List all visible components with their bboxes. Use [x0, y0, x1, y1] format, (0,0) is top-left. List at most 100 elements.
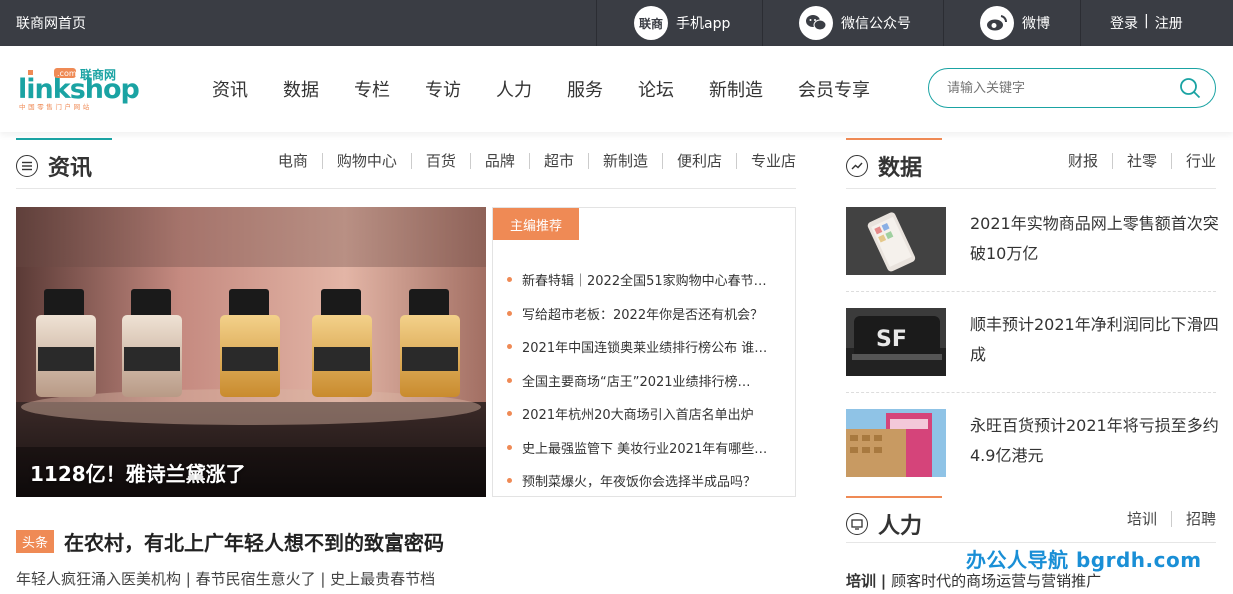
main-header: linkshop .com 联商网 中国零售门户网站 资讯 数据 专栏 专访 人…: [0, 46, 1233, 132]
site-logo[interactable]: linkshop .com 联商网 中国零售门户网站: [18, 66, 148, 112]
nav-item-data[interactable]: 数据: [283, 76, 319, 102]
data-section-header: 数据 财报 社零 行业: [846, 138, 1216, 189]
hr-section-header: 人力 培训 招聘: [846, 496, 1216, 543]
data-article[interactable]: 2021年实物商品网上零售额首次突破10万亿: [846, 207, 1219, 275]
bullet-icon: [507, 377, 512, 383]
section-accent-line: [846, 496, 942, 498]
nav-item-forum[interactable]: 论坛: [638, 76, 674, 102]
category-link[interactable]: 行业: [1170, 153, 1216, 169]
data-article-title: 2021年实物商品网上零售额首次突破10万亿: [970, 214, 1219, 263]
headline-badge: 头条: [16, 530, 55, 553]
hr-article-title: 顾客时代的商场运营与营销推广: [891, 572, 1102, 590]
section-title: 人力: [878, 514, 923, 539]
category-link[interactable]: 培训: [1113, 511, 1171, 527]
home-link[interactable]: 联商网首页: [16, 13, 86, 33]
editor-picks-list: 新春特辑｜2022全国51家购物中心春节… 写给超市老板：2022年你是否还有机…: [507, 263, 787, 498]
register-link[interactable]: 注册: [1155, 13, 1183, 33]
search-box: [928, 68, 1216, 108]
list-item[interactable]: 全国主要商场“店王”2021业绩排行榜…: [507, 364, 787, 398]
auth-divider: |: [1144, 13, 1149, 29]
category-link[interactable]: 便利店: [661, 153, 736, 169]
auth-links: 登录 | 注册: [1110, 13, 1183, 33]
list-divider: [846, 392, 1216, 393]
svg-text:linkshop: linkshop: [18, 74, 140, 105]
category-link[interactable]: 招聘: [1170, 511, 1216, 527]
topbar-divider: [943, 0, 944, 46]
weibo-icon: [980, 6, 1014, 40]
mobile-app-link[interactable]: 联商 手机app: [634, 0, 730, 46]
search-icon[interactable]: [1179, 77, 1201, 99]
bullet-icon: [507, 344, 512, 350]
svg-text:.com: .com: [57, 69, 77, 78]
wechat-icon: [799, 6, 833, 40]
category-link[interactable]: 新制造: [587, 153, 662, 169]
list-item[interactable]: 2021年中国连锁奥莱业绩排行榜公布 谁…: [507, 330, 787, 364]
wechat-label: 微信公众号: [841, 16, 911, 32]
nav-item-hr[interactable]: 人力: [496, 76, 532, 102]
hr-article[interactable]: 培训 | 顾客时代的商场运营与营销推广: [846, 570, 1101, 591]
mobile-app-label: 手机app: [676, 16, 731, 32]
nav-item-columns[interactable]: 专栏: [354, 76, 390, 102]
topbar-divider: [596, 0, 597, 46]
list-item[interactable]: 写给超市老板：2022年你是否还有机会？: [507, 297, 787, 331]
category-link[interactable]: 超市: [528, 153, 588, 169]
hero-caption: 1128亿！雅诗兰黛涨了: [30, 462, 246, 486]
section-accent-line: [846, 138, 942, 140]
section-title: 资讯: [48, 156, 93, 181]
bullet-icon: [507, 478, 512, 484]
aeon-mall-thumbnail: [846, 409, 946, 477]
nav-item-members[interactable]: 会员专享: [798, 76, 870, 102]
bullet-icon: [507, 411, 512, 417]
hr-category-links: 培训 招聘: [1113, 511, 1216, 527]
login-link[interactable]: 登录: [1110, 13, 1138, 33]
nav-item-new-manufacturing[interactable]: 新制造: [709, 76, 763, 102]
section-accent-line: [16, 138, 112, 140]
section-title: 数据: [878, 156, 923, 181]
bullet-icon: [507, 310, 512, 316]
sf-express-thumbnail: SF: [846, 308, 946, 376]
trend-icon: [846, 155, 868, 177]
main-nav: 资讯 数据 专栏 专访 人力 服务 论坛 新制造 会员专享: [212, 76, 905, 102]
news-section-header: 资讯 电商 购物中心 百货 品牌 超市 新制造 便利店 专业店: [16, 138, 796, 189]
editor-picks: 主编推荐 新春特辑｜2022全国51家购物中心春节… 写给超市老板：2022年你…: [492, 207, 796, 497]
svg-text:中国零售门户网站: 中国零售门户网站: [19, 102, 92, 111]
app-logo-icon: 联商: [634, 6, 668, 40]
data-article-title: 顺丰预计2021年净利润同比下滑四成: [970, 315, 1219, 364]
bullet-icon: [507, 277, 512, 283]
phone-thumbnail: [846, 207, 946, 275]
search-input[interactable]: [947, 78, 1167, 98]
topbar-divider: [762, 0, 763, 46]
editor-picks-tag: 主编推荐: [493, 208, 579, 240]
list-item[interactable]: 史上最强监管下 美妆行业2021年有哪些…: [507, 431, 787, 465]
category-link[interactable]: 电商: [264, 153, 322, 169]
top-headline: 头条 在农村，有北上广年轻人想不到的致富密码: [16, 527, 444, 556]
data-article-title: 永旺百货预计2021年将亏损至多约4.9亿港元: [970, 416, 1219, 465]
data-category-links: 财报 社零 行业: [1054, 153, 1216, 169]
nav-item-news[interactable]: 资讯: [212, 76, 248, 102]
topbar-divider: [1080, 0, 1081, 46]
nav-item-interviews[interactable]: 专访: [425, 76, 461, 102]
weibo-label: 微博: [1022, 16, 1050, 32]
news-category-links: 电商 购物中心 百货 品牌 超市 新制造 便利店 专业店: [264, 153, 796, 169]
nav-item-services[interactable]: 服务: [567, 76, 603, 102]
headline-subline[interactable]: 年轻人疯狂涌入医美机构 | 春节民宿生意火了 | 史上最贵春节档: [16, 568, 435, 589]
headline-link[interactable]: 在农村，有北上广年轻人想不到的致富密码: [64, 527, 444, 556]
category-link[interactable]: 品牌: [469, 153, 529, 169]
weibo-link[interactable]: 微博: [980, 0, 1050, 46]
category-link[interactable]: 专业店: [735, 153, 796, 169]
data-article[interactable]: 永旺百货预计2021年将亏损至多约4.9亿港元: [846, 409, 1219, 477]
monitor-icon: [846, 513, 868, 535]
list-item[interactable]: 预制菜爆火，年夜饭你会选择半成品吗？: [507, 464, 787, 498]
svg-text:联商网: 联商网: [80, 67, 116, 82]
category-link[interactable]: 购物中心: [321, 153, 411, 169]
list-item[interactable]: 2021年杭州20大商场引入首店名单出炉: [507, 397, 787, 431]
category-link[interactable]: 财报: [1054, 153, 1112, 169]
category-link[interactable]: 社零: [1111, 153, 1171, 169]
data-article[interactable]: SF 顺丰预计2021年净利润同比下滑四成: [846, 308, 1219, 376]
wechat-link[interactable]: 微信公众号: [799, 0, 911, 46]
watermark-text: 办公人导航 bgrdh.com: [966, 548, 1202, 572]
list-icon: [16, 155, 38, 177]
category-link[interactable]: 百货: [410, 153, 470, 169]
hero-article[interactable]: 1128亿！雅诗兰黛涨了: [16, 207, 486, 497]
list-item[interactable]: 新春特辑｜2022全国51家购物中心春节…: [507, 263, 787, 297]
